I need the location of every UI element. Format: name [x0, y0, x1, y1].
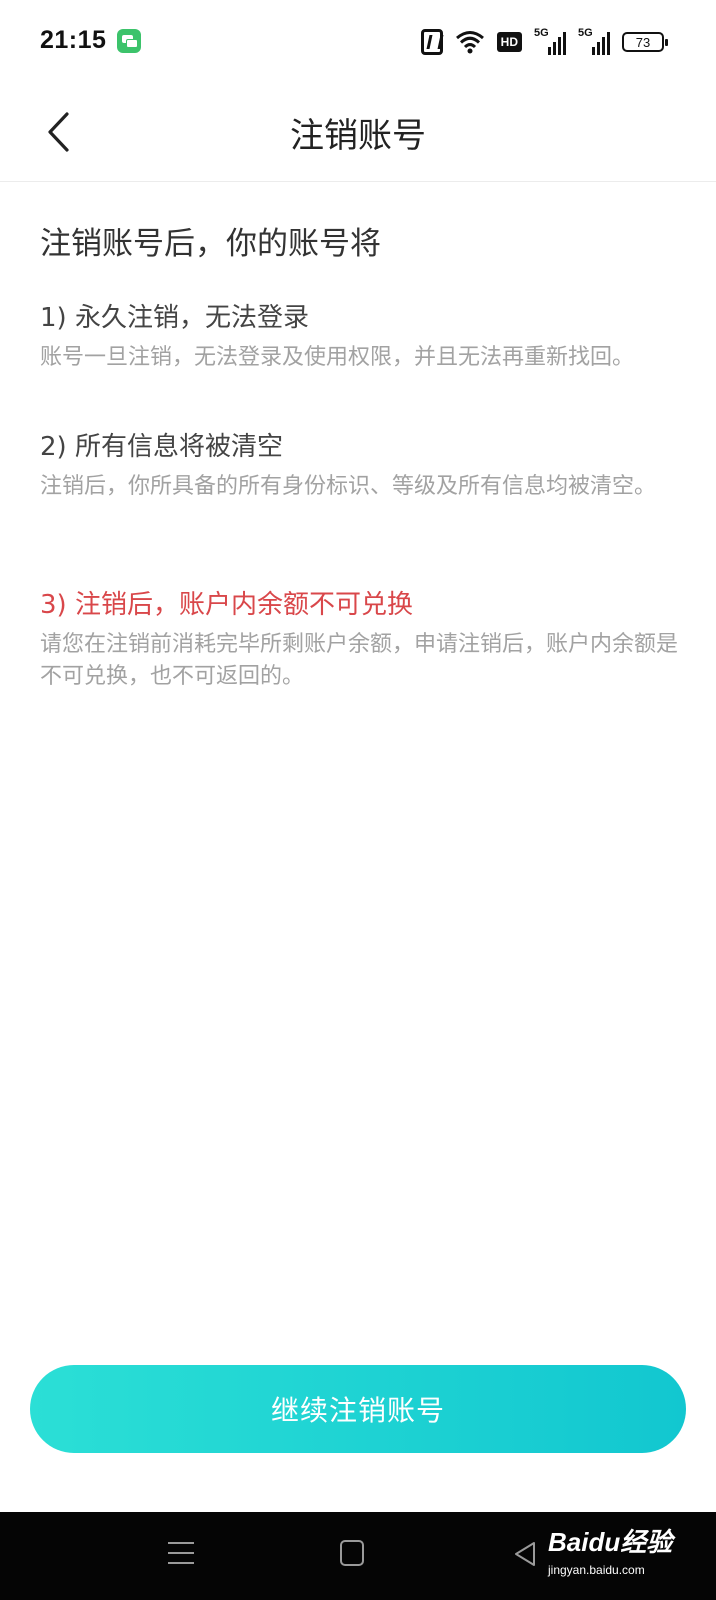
watermark-brand: Baidu经验: [548, 1527, 673, 1557]
item-title: 2) 所有信息将被清空: [40, 432, 283, 462]
item-title-warning: 3) 注销后，账户内余额不可兑换: [40, 590, 413, 620]
list-item: 1) 永久注销，无法登录 账号一旦注销，无法登录及使用权限，并且无法再重新找回。: [40, 300, 680, 374]
status-time: 21:15: [40, 26, 107, 54]
list-item: 3) 注销后，账户内余额不可兑换 请您在注销前消耗完毕所剩账户余额，申请注销后，…: [40, 587, 680, 693]
watermark-url: jingyan.baidu.com: [548, 1563, 645, 1577]
navigation-bar: Baidu经验 jingyan.baidu.com: [0, 1512, 716, 1600]
signal-icon-2: 5G: [578, 27, 610, 55]
back-icon[interactable]: [512, 1540, 538, 1568]
status-bar: 21:15 HD 5G 5G 73: [0, 0, 716, 82]
page-title: 注销账号: [290, 116, 426, 156]
nfc-icon: [420, 29, 443, 55]
intro-heading: 注销账号后，你的账号将: [40, 226, 381, 262]
wifi-icon: [455, 31, 484, 54]
battery-icon: 73: [622, 32, 668, 52]
signal-icon-1: 5G: [534, 27, 566, 55]
continue-cancel-account-button[interactable]: 继续注销账号: [30, 1365, 686, 1453]
network-type-label: 5G: [578, 27, 593, 39]
item-description: 账号一旦注销，无法登录及使用权限，并且无法再重新找回。: [40, 345, 635, 370]
status-icons: HD 5G 5G 73: [420, 26, 668, 58]
list-item: 2) 所有信息将被清空 注销后，你所具备的所有身份标识、等级及所有信息均被清空。: [40, 429, 680, 503]
message-app-icon: [117, 29, 141, 53]
home-icon[interactable]: [340, 1540, 364, 1566]
header: 注销账号: [0, 82, 716, 182]
network-type-label: 5G: [534, 27, 549, 39]
item-title: 1) 永久注销，无法登录: [40, 303, 309, 333]
hd-icon: HD: [496, 32, 522, 52]
battery-level: 73: [635, 34, 651, 50]
item-description: 请您在注销前消耗完毕所剩账户余额，申请注销后，账户内余额是不可兑换，也不可返回的…: [40, 632, 679, 689]
menu-icon[interactable]: [168, 1542, 194, 1566]
item-description: 注销后，你所具备的所有身份标识、等级及所有信息均被清空。: [40, 474, 657, 499]
watermark: Baidu经验 jingyan.baidu.com: [548, 1522, 672, 1577]
content: 注销账号后，你的账号将 1) 永久注销，无法登录 账号一旦注销，无法登录及使用权…: [40, 222, 680, 689]
